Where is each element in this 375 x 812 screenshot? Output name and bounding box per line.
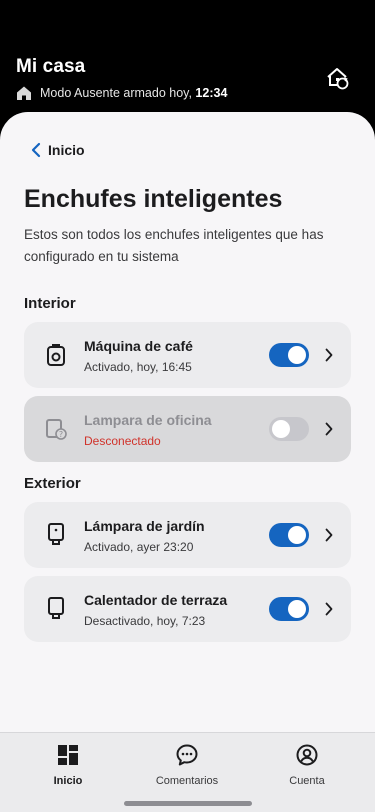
device-name: Máquina de café (84, 338, 193, 354)
nav-label: Comentarios (155, 775, 219, 787)
account-icon (296, 744, 318, 766)
device-status: Activado, hoy, 16:45 (84, 360, 192, 374)
dashboard-icon (58, 745, 78, 765)
chevron-right-icon (325, 348, 333, 362)
chevron-right-icon (325, 528, 333, 542)
device-card-garden-lamp[interactable]: Lámpara de jardín Activado, ayer 23:20 (24, 502, 351, 568)
away-mode-status: Modo Ausente armado hoy, 12:34 (16, 85, 227, 101)
nav-label: Inicio (53, 775, 83, 787)
device-status: Desactivado, hoy, 7:23 (84, 614, 206, 628)
svg-text:?: ? (59, 430, 63, 439)
device-toggle[interactable] (269, 597, 309, 621)
toggle-knob (288, 600, 306, 618)
coffee-machine-icon (44, 342, 68, 368)
nav-item-cuenta[interactable]: Cuenta (257, 743, 357, 787)
device-card-coffee-machine[interactable]: Máquina de café Activado, hoy, 16:45 (24, 322, 351, 388)
back-label: Inicio (48, 142, 85, 158)
home-sync-icon (327, 68, 349, 90)
smart-plug-icon (44, 522, 68, 548)
device-status: Desconectado (84, 434, 161, 448)
plug-disconnected-icon: ? (44, 416, 68, 442)
device-status: Activado, ayer 23:20 (84, 540, 194, 554)
device-toggle[interactable] (269, 343, 309, 367)
app-screen: Mi casa Modo Ausente armado hoy, 12:34 I… (0, 0, 375, 812)
nav-label: Cuenta (289, 775, 325, 787)
home-icon (17, 86, 31, 100)
content-sheet: Inicio Enchufes inteligentes Estos son t… (0, 112, 375, 812)
status-text: Modo Ausente armado hoy, (40, 86, 196, 100)
nav-item-inicio[interactable]: Inicio (18, 743, 118, 787)
device-name: Lámpara de jardín (84, 518, 205, 534)
home-indicator[interactable] (124, 801, 252, 806)
toggle-knob (272, 420, 290, 438)
back-button[interactable]: Inicio (30, 142, 85, 158)
chat-bubble-icon (176, 744, 198, 766)
status-time: 12:34 (195, 86, 228, 100)
device-card-office-lamp[interactable]: ? Lampara de oficina Desconectado (24, 396, 351, 462)
chevron-left-icon (31, 142, 41, 158)
bottom-navigation: Inicio Comentarios Cuenta (0, 732, 375, 812)
toggle-knob (288, 346, 306, 364)
section-title-exterior: Exterior (24, 475, 81, 492)
home-sync-button[interactable] (323, 64, 351, 92)
page-title: Enchufes inteligentes (24, 185, 283, 213)
chevron-right-icon (325, 422, 333, 436)
device-toggle[interactable] (269, 523, 309, 547)
device-card-terrace-heater[interactable]: Calentador de terraza Desactivado, hoy, … (24, 576, 351, 642)
chevron-right-icon (325, 602, 333, 616)
device-toggle[interactable] (269, 417, 309, 441)
section-title-interior: Interior (24, 295, 76, 312)
home-title: Mi casa (16, 56, 86, 77)
page-description: Estos son todos los enchufes inteligente… (24, 227, 324, 264)
nav-item-comentarios[interactable]: Comentarios (137, 743, 237, 787)
smart-plug-icon (44, 596, 68, 622)
device-name: Lampara de oficina (84, 412, 212, 428)
device-name: Calentador de terraza (84, 592, 228, 608)
toggle-knob (288, 526, 306, 544)
